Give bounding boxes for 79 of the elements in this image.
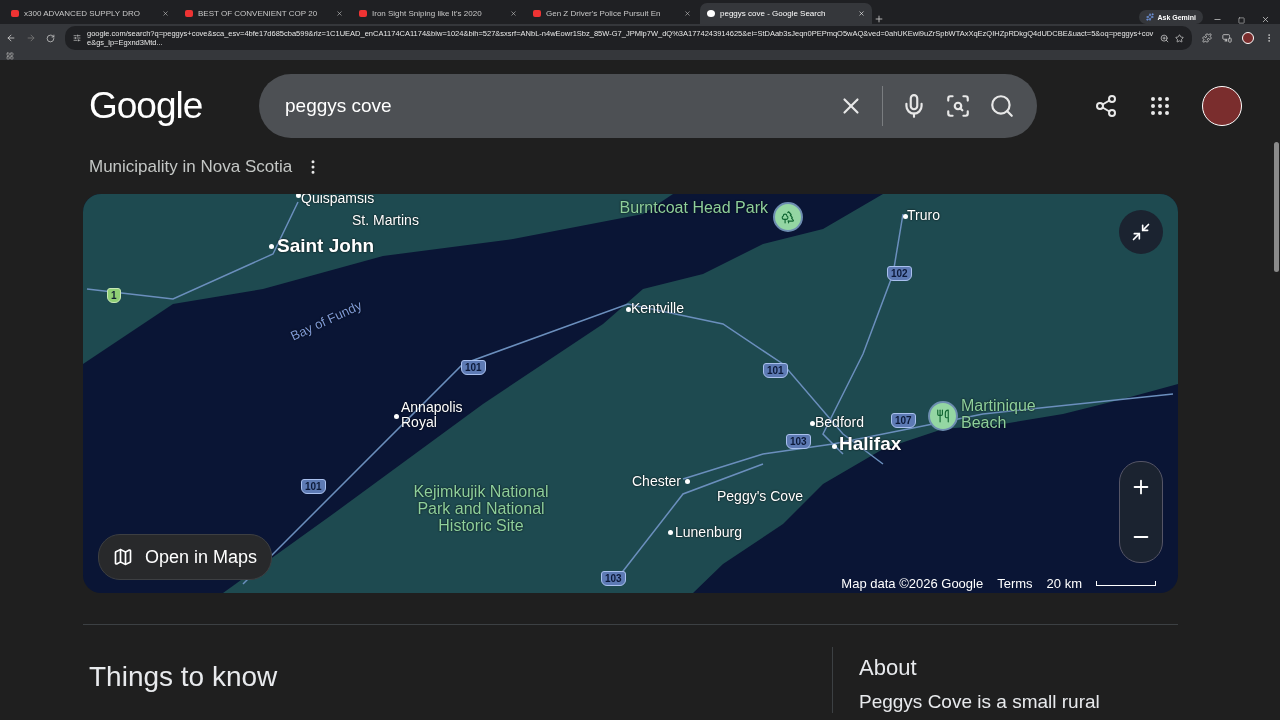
close-window-icon[interactable] <box>1261 15 1270 24</box>
place-dot <box>394 414 399 419</box>
browser-tab[interactable]: peggys cove - Google Search <box>700 3 872 24</box>
sparkle-icon <box>1146 13 1155 21</box>
place-dot <box>269 244 274 249</box>
place-label[interactable]: Truro <box>907 208 940 223</box>
new-tab-icon[interactable] <box>874 14 884 24</box>
entity-subtitle: Municipality in Nova Scotia <box>89 157 293 177</box>
about-heading: About <box>859 655 918 681</box>
scrollbar[interactable] <box>1274 142 1279 272</box>
back-icon[interactable] <box>6 33 16 43</box>
terms-link[interactable]: Terms <box>997 575 1033 591</box>
section-heading: Things to know <box>89 661 279 694</box>
open-in-maps-button[interactable]: Open in Maps <box>98 534 273 580</box>
highway-shield: 101 <box>763 363 788 378</box>
close-icon[interactable] <box>684 10 691 17</box>
apps-icon[interactable] <box>6 52 14 60</box>
place-label[interactable]: Bedford <box>815 415 865 430</box>
scale-bar <box>1096 580 1156 586</box>
place-label[interactable]: Chester <box>632 474 682 489</box>
place-dot <box>810 421 815 426</box>
search-icon[interactable] <box>989 93 1015 119</box>
browser-tab[interactable]: Iron Sight Sniping like It's 2020 <box>352 3 524 24</box>
google-favicon-icon <box>707 10 715 17</box>
place-label[interactable]: Lunenburg <box>675 525 742 540</box>
reload-icon[interactable] <box>46 33 55 43</box>
place-label[interactable]: Peggy's Cove <box>717 489 803 504</box>
browser-tab[interactable]: x300 ADVANCED SUPPLY DRO <box>4 3 176 24</box>
share-icon[interactable] <box>1094 94 1118 118</box>
extensions-icon[interactable] <box>1202 33 1212 43</box>
browser-tab[interactable]: BEST OF CONVENIENT COP 20 <box>178 3 350 24</box>
video-favicon-icon <box>11 10 19 17</box>
highway-shield: 102 <box>887 266 912 281</box>
about-text: Peggys Cove is a small rural <box>859 691 1100 713</box>
map-attribution: Map data ©2026 Google <box>841 575 984 591</box>
bookmark-star-icon[interactable] <box>1175 33 1184 43</box>
highway-shield: 101 <box>461 360 486 375</box>
close-icon[interactable] <box>162 10 169 17</box>
video-favicon-icon <box>185 10 193 17</box>
close-icon[interactable] <box>510 10 517 17</box>
place-label[interactable]: Halifax <box>839 434 902 454</box>
video-favicon-icon <box>359 10 367 17</box>
highway-shield: 101 <box>301 479 326 494</box>
place-dot <box>903 214 908 219</box>
place-dot <box>626 307 631 312</box>
place-dot <box>685 479 690 484</box>
place-label[interactable]: Saint John <box>277 236 375 256</box>
camera-search-icon[interactable] <box>945 93 971 119</box>
map-icon <box>113 547 133 567</box>
park-label[interactable]: Martinique Beach <box>961 398 1051 432</box>
place-label[interactable]: Kentville <box>631 301 684 316</box>
video-favicon-icon <box>533 10 541 17</box>
apps-grid-icon[interactable] <box>1148 94 1172 118</box>
restore-icon[interactable] <box>1238 17 1245 24</box>
scale-label: 20 km <box>1046 575 1082 591</box>
zoom-icon[interactable] <box>1160 33 1169 43</box>
place-dot <box>832 444 837 449</box>
search-input[interactable]: peggys cove <box>285 95 820 117</box>
map[interactable] <box>83 194 1178 593</box>
route-shield: 1 <box>107 288 121 303</box>
avatar-icon[interactable] <box>1242 32 1254 44</box>
highway-shield: 103 <box>786 434 811 449</box>
site-info-icon[interactable] <box>73 34 81 42</box>
park-label[interactable]: Burntcoat Head Park <box>588 200 768 217</box>
place-dot <box>296 194 301 198</box>
avatar[interactable] <box>1202 86 1242 126</box>
highway-shield: 107 <box>891 413 916 428</box>
collapse-icon <box>1131 222 1151 242</box>
tree-pin-icon[interactable] <box>773 202 803 232</box>
place-label[interactable]: St. Martins <box>352 213 419 228</box>
highway-shield: 103 <box>601 571 626 586</box>
water-label: Bay of Fundy <box>288 298 364 344</box>
logo[interactable]: Google <box>89 85 259 127</box>
search-field[interactable]: peggys cove <box>259 74 1037 138</box>
park-label[interactable]: Kejimkujik National Park and National Historic Site <box>411 484 551 535</box>
screen-icon[interactable] <box>1222 33 1232 43</box>
browser-tab[interactable]: Gen Z Driver's Police Pursuit En <box>526 3 698 24</box>
place-dot <box>668 530 673 535</box>
close-icon[interactable] <box>336 10 343 17</box>
